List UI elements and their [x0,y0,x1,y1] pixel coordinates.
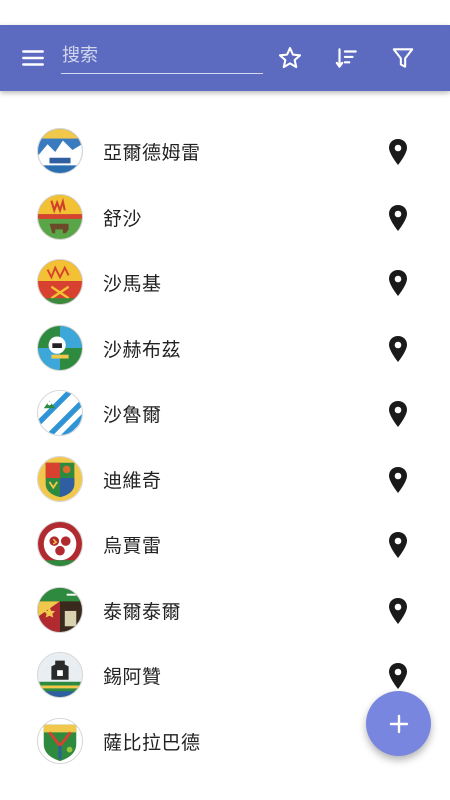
map-pin-icon[interactable] [386,335,410,363]
list-item-label: 烏賈雷 [103,535,162,557]
list-item-label: 沙赫布茲 [103,338,182,361]
map-pin-icon[interactable] [386,269,410,297]
map-pin-icon[interactable] [386,531,410,559]
search-input[interactable] [61,38,263,72]
emblem-image [37,193,83,240]
emblem-image [37,455,83,502]
list-item-label: 舒沙 [103,207,143,230]
menu-icon [22,50,44,66]
filter-button[interactable] [381,25,425,91]
map-pin-icon[interactable] [386,400,410,428]
emblem-image [37,586,83,633]
emblem-image [37,390,83,436]
list-item-label: 薩比拉巴德 [103,731,201,754]
list-item-label: 沙魯爾 [103,404,162,426]
plus-icon [389,714,408,733]
sort-icon [335,48,357,68]
list-item[interactable]: 沙馬基 [0,249,450,315]
list-item[interactable]: 沙魯爾 [0,380,450,446]
emblem-image [37,521,83,567]
region-list: 亞爾德姆雷 舒沙 沙馬基 沙赫布茲 沙魯爾 迪維奇 烏賈雷 泰爾泰爾 錫阿贊 薩… [0,118,450,773]
list-item[interactable]: 舒沙 [0,184,450,250]
map-pin-icon[interactable] [386,138,410,166]
map-pin-icon[interactable] [386,204,410,232]
list-item[interactable]: 沙赫布茲 [0,315,450,381]
list-item-label: 泰爾泰爾 [103,600,182,623]
search-field [61,38,263,74]
status-bar [0,0,450,25]
emblem-image [37,717,83,764]
emblem-image [37,259,83,305]
favorites-button[interactable] [268,25,312,91]
map-pin-icon[interactable] [386,662,410,690]
list-item[interactable]: 泰爾泰爾 [0,577,450,643]
app-toolbar [0,25,450,91]
menu-button[interactable] [11,25,55,91]
emblem-image [37,128,83,174]
list-item[interactable]: 烏賈雷 [0,511,450,577]
emblem-image [37,652,83,698]
map-pin-icon[interactable] [386,597,410,625]
emblem-image [37,324,83,371]
list-item[interactable]: 亞爾德姆雷 [0,118,450,184]
list-item-label: 迪維奇 [103,469,162,492]
list-item-label: 錫阿贊 [103,666,162,688]
list-item[interactable]: 迪維奇 [0,446,450,512]
sort-button[interactable] [324,25,368,91]
filter-icon [392,48,414,68]
list-item-label: 沙馬基 [103,273,162,295]
list-item-label: 亞爾德姆雷 [103,142,201,164]
map-pin-icon[interactable] [386,466,410,494]
star-outline-icon [278,47,302,69]
add-button[interactable] [366,691,431,756]
